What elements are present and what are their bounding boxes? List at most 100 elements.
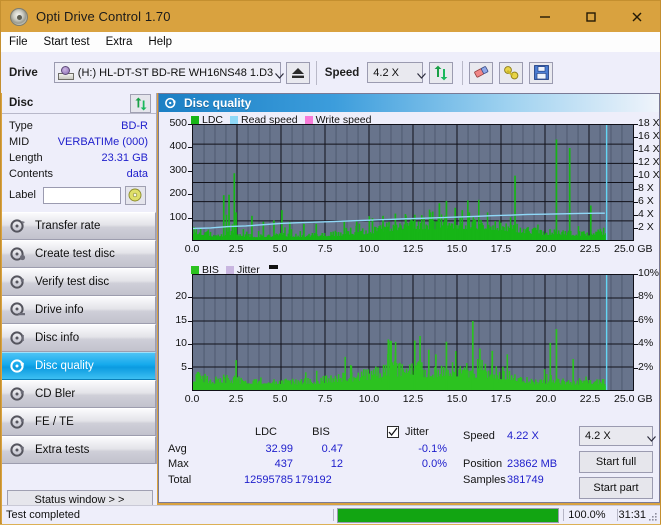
save-floppy-icon bbox=[533, 65, 549, 80]
stats-panel: LDC BIS Jitter Avg 32.99 0.47 -0.1% Max … bbox=[159, 424, 659, 502]
chart1-x-tick: 12.5 bbox=[402, 243, 424, 255]
drive-icon bbox=[57, 65, 74, 80]
sidebar-item-label: CD Bler bbox=[35, 388, 76, 400]
menu-file[interactable]: File bbox=[1, 34, 36, 50]
legend-swatch bbox=[225, 266, 234, 274]
sidebar-item-drive-info[interactable]: Drive info bbox=[2, 296, 156, 324]
sidebar-item-extra-tests[interactable]: Extra tests bbox=[2, 436, 156, 464]
drive-select[interactable]: (H:) HL-DT-ST BD-RE WH16NS48 1.D3 bbox=[53, 62, 284, 83]
samples-readout-value: 381749 bbox=[507, 474, 544, 486]
progress-percent: 100.0% bbox=[563, 509, 617, 521]
chart2-x-tick: 25.0 GB bbox=[614, 393, 653, 405]
tools-button[interactable] bbox=[499, 61, 524, 84]
menu-extra[interactable]: Extra bbox=[98, 34, 141, 50]
status-message: Test completed bbox=[2, 509, 334, 521]
start-full-button[interactable]: Start full bbox=[579, 451, 653, 473]
chart1-x-tick: 25.0 GB bbox=[614, 243, 653, 255]
disc-quality-icon bbox=[164, 96, 178, 110]
window-title: Opti Drive Control 1.70 bbox=[36, 9, 171, 24]
chart1-y-tick: 500 bbox=[169, 117, 187, 129]
menu-help[interactable]: Help bbox=[140, 34, 180, 50]
disc-label-key: Label bbox=[9, 189, 36, 201]
sidebar-item-transfer-rate[interactable]: Transfer rate bbox=[2, 212, 156, 240]
sidebar-item-label: Disc quality bbox=[35, 360, 94, 372]
page-title: Disc quality bbox=[184, 96, 252, 110]
chart1-y-tick: 100 bbox=[169, 211, 187, 223]
chart2-y-tick: 5 bbox=[181, 361, 187, 373]
sidebar-item-label: Transfer rate bbox=[35, 220, 101, 232]
chart1-x-tick: 22.5 bbox=[579, 243, 601, 255]
stats-avg-ldc: 32.99 bbox=[265, 443, 293, 455]
sidebar-item-label: Drive info bbox=[35, 304, 84, 316]
stats-row-name: Total bbox=[168, 474, 192, 486]
stats-col-bis: BIS bbox=[312, 426, 330, 438]
disc-row: Length 23.31 GB bbox=[2, 150, 156, 166]
sidebar-item-label: Extra tests bbox=[35, 444, 90, 456]
disc-row-value: BD-R bbox=[121, 120, 148, 132]
chart1-x-tick: 10.0 bbox=[358, 243, 380, 255]
minimize-icon[interactable] bbox=[522, 1, 568, 32]
chart2-plot-area[interactable] bbox=[192, 274, 634, 391]
chart1-plot-area[interactable] bbox=[192, 124, 634, 241]
eject-button[interactable] bbox=[285, 61, 310, 84]
left-panel: Disc Type BD-R MID VERBATIMe (000) Lengt… bbox=[2, 93, 157, 497]
sidebar-item-disc-info[interactable]: Disc info bbox=[2, 324, 156, 352]
disc-panel-header: Disc bbox=[2, 93, 156, 114]
chart1-y-tick: 300 bbox=[169, 164, 187, 176]
chart2-x-tick: 2.5 bbox=[228, 393, 244, 405]
cd-icon bbox=[128, 188, 142, 202]
start-part-button[interactable]: Start part bbox=[579, 477, 653, 499]
sidebar-item-create-test-disc[interactable]: Create test disc bbox=[2, 240, 156, 268]
chart1-y2-tick: 2 X bbox=[638, 221, 654, 233]
sidebar-item-label: Verify test disc bbox=[35, 276, 110, 288]
chart2-y-tick: 10 bbox=[175, 337, 187, 349]
jitter-marker-icon bbox=[268, 265, 278, 269]
test-speed-select[interactable]: 4.2 X bbox=[579, 426, 656, 446]
refresh-icon bbox=[134, 97, 147, 110]
disc-row-value: VERBATIMe (000) bbox=[57, 136, 148, 148]
menu-start-test[interactable]: Start test bbox=[36, 34, 98, 50]
chart1-y2-tick: 10 X bbox=[638, 169, 660, 181]
chart1-x-tick: 0.0 bbox=[184, 243, 200, 255]
speed-readout-value: 4.22 X bbox=[507, 430, 539, 442]
refresh-button[interactable] bbox=[429, 61, 454, 84]
sidebar-item-cd-bler[interactable]: CD Bler bbox=[2, 380, 156, 408]
progress-bar-fill bbox=[337, 508, 559, 522]
chart2-x-tick: 22.5 bbox=[579, 393, 601, 405]
chart2-x-tick: 5.0 bbox=[272, 393, 288, 405]
wrench-icon bbox=[503, 65, 519, 79]
chart1-x-tick: 17.5 bbox=[490, 243, 512, 255]
sidebar-item-disc-quality[interactable]: Disc quality bbox=[2, 352, 156, 380]
close-icon[interactable] bbox=[614, 1, 660, 32]
jitter-checkbox[interactable] bbox=[387, 426, 399, 438]
disc-drive-icon bbox=[9, 301, 27, 319]
speed-readout-label: Speed bbox=[463, 430, 495, 442]
stats-total-ldc: 12595785 bbox=[244, 474, 293, 486]
maximize-icon[interactable] bbox=[568, 1, 614, 32]
chart1-x-tick: 20.0 bbox=[535, 243, 557, 255]
eject-icon bbox=[291, 67, 304, 78]
disc-icon bbox=[10, 7, 28, 26]
speed-select[interactable]: 4.2 X bbox=[367, 62, 427, 83]
chart1-y2-tick: 6 X bbox=[638, 195, 654, 207]
sidebar-item-fe-te[interactable]: FE / TE bbox=[2, 408, 156, 436]
erase-button[interactable] bbox=[469, 61, 494, 84]
sidebar-item-verify-test-disc[interactable]: Verify test disc bbox=[2, 268, 156, 296]
disc-info-panel: Disc Type BD-R MID VERBATIMe (000) Lengt… bbox=[2, 93, 157, 212]
disc-label-button[interactable] bbox=[124, 185, 146, 205]
chart2-x-tick: 7.5 bbox=[317, 393, 333, 405]
main-panel: Disc quality LDC Read speed Write speed … bbox=[158, 93, 660, 503]
chart2-x-tick: 15.0 bbox=[446, 393, 468, 405]
legend-swatch bbox=[304, 116, 313, 124]
chart1-y2-tick: 4 X bbox=[638, 208, 654, 220]
disc-label-input[interactable] bbox=[42, 186, 121, 204]
chart1-x-tick: 5.0 bbox=[272, 243, 288, 255]
stats-avg-bis: 0.47 bbox=[321, 443, 343, 455]
chart2-y2-tick: 8% bbox=[638, 290, 654, 302]
resize-grip[interactable] bbox=[648, 512, 658, 522]
save-button[interactable] bbox=[529, 61, 554, 84]
stats-avg-jitter: -0.1% bbox=[418, 443, 447, 455]
menu-bar: File Start test Extra Help bbox=[1, 32, 660, 52]
disc-refresh-button[interactable] bbox=[130, 94, 151, 113]
disc-label-row: Label bbox=[2, 184, 156, 206]
